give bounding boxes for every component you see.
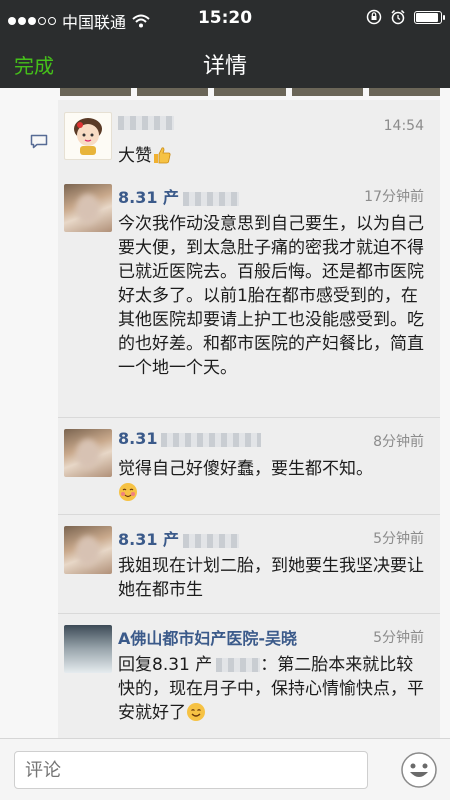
doll-avatar-icon bbox=[74, 118, 102, 155]
commenter-name[interactable] bbox=[118, 112, 174, 131]
photo-thumbnail[interactable] bbox=[60, 88, 132, 96]
comment-body: 大赞 bbox=[118, 146, 152, 166]
alarm-icon bbox=[391, 9, 405, 25]
comment-body: 觉得自己好傻好蠢，要生都不知。 bbox=[118, 459, 373, 479]
page-title: 详情 bbox=[202, 54, 247, 79]
photo-thumbnail[interactable] bbox=[291, 88, 363, 96]
comment-text: 回复8.31 产：第二胎本来就比较快的，现在月子中，保持心情愉快点，平安就好了 bbox=[118, 653, 428, 725]
list-item[interactable]: 8.31 产 17分钟前 今次我作动没意思到自己要生，以为自己要大便，到太急肚子… bbox=[58, 176, 440, 414]
comment-text: 我姐现在计划二胎，到她要生我坚决要让她在都市生 bbox=[118, 556, 424, 600]
battery-icon bbox=[414, 10, 445, 24]
commenter-name[interactable]: 8.31 产 bbox=[118, 184, 240, 208]
photo-strip bbox=[60, 88, 441, 96]
photo-thumbnail[interactable] bbox=[214, 88, 286, 96]
comment-time: 5分钟前 bbox=[373, 630, 424, 646]
photo-thumbnail[interactable] bbox=[368, 88, 441, 96]
comment-text: 今次我作动没意思到自己要生，以为自己要大便，到太急肚子痛的密我才就迫不得已就近医… bbox=[118, 214, 424, 378]
list-item[interactable]: 8.31 产 5分钟前 我姐现在计划二胎，到她要生我坚决要让她在都市生 bbox=[58, 518, 440, 610]
list-item[interactable]: 8.31 8分钟前 觉得自己好傻好蠢，要生都不知。 bbox=[58, 421, 440, 513]
photo-thumbnail[interactable] bbox=[137, 88, 209, 96]
avatar[interactable] bbox=[64, 625, 112, 673]
nav-bar: 完成 详情 bbox=[0, 40, 450, 88]
battery-fill bbox=[416, 12, 438, 22]
smile-emoji-icon bbox=[187, 703, 205, 721]
comment-time: 14:54 bbox=[383, 118, 424, 134]
comment-input-bar bbox=[0, 738, 450, 800]
name-mosaic bbox=[118, 115, 174, 130]
comment-input[interactable] bbox=[14, 751, 368, 789]
emoji-face-icon[interactable] bbox=[400, 751, 438, 789]
rotation-lock-icon bbox=[366, 9, 382, 25]
comment-text: 觉得自己好傻好蠢，要生都不知。 bbox=[118, 457, 428, 505]
comment-text: 大赞 bbox=[118, 144, 428, 168]
reply-prefix: 回复8.31 产 bbox=[118, 655, 213, 675]
commenter-name-text: 8.31 bbox=[118, 429, 158, 448]
comment-time: 17分钟前 bbox=[364, 189, 424, 205]
commenter-name[interactable]: 8.31 产 bbox=[118, 526, 240, 550]
divider bbox=[58, 514, 440, 515]
avatar[interactable] bbox=[64, 112, 112, 160]
avatar[interactable] bbox=[64, 429, 112, 477]
avatar[interactable] bbox=[64, 526, 112, 574]
avatar[interactable] bbox=[64, 184, 112, 232]
name-mosaic bbox=[183, 533, 240, 548]
divider bbox=[58, 613, 440, 614]
commenter-name-text: 8.31 产 bbox=[118, 188, 180, 207]
blush-emoji-icon bbox=[119, 483, 137, 501]
status-right bbox=[366, 9, 445, 25]
name-mosaic bbox=[216, 658, 261, 672]
divider bbox=[58, 417, 440, 418]
thumbs-up-icon bbox=[154, 147, 171, 164]
status-bar: 中国联通 15:20 bbox=[0, 0, 450, 40]
name-mosaic bbox=[161, 432, 262, 447]
commenter-name[interactable]: A佛山都市妇产医院-吴晓 bbox=[118, 625, 297, 649]
comment-time: 8分钟前 bbox=[373, 434, 424, 450]
name-mosaic bbox=[183, 191, 240, 206]
list-item[interactable]: 14:54 大赞 bbox=[58, 104, 440, 172]
comment-time: 5分钟前 bbox=[373, 531, 424, 547]
comment-bubble-icon bbox=[30, 134, 48, 149]
list-item[interactable]: A佛山都市妇产医院-吴晓 5分钟前 回复8.31 产：第二胎本来就比较快的，现在… bbox=[58, 617, 440, 735]
commenter-name-text: 8.31 产 bbox=[118, 530, 180, 549]
commenter-name[interactable]: 8.31 bbox=[118, 429, 262, 448]
